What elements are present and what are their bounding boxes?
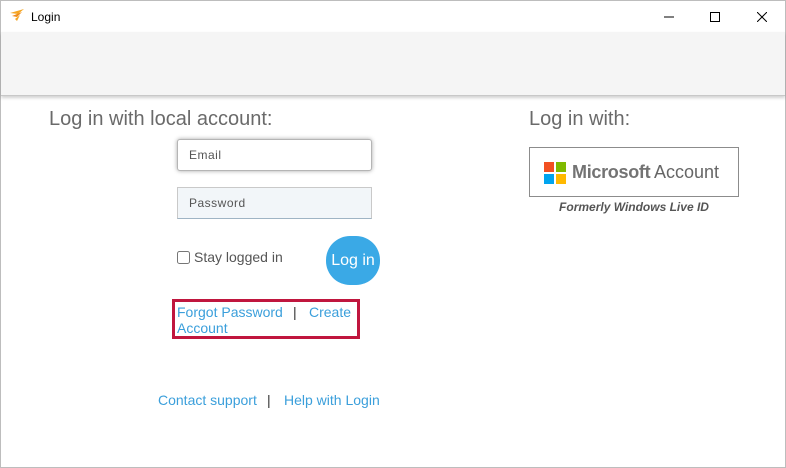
formerly-note: Formerly Windows Live ID [559,200,709,214]
header-band [1,32,785,96]
microsoft-account-button[interactable]: Microsoft Account [529,147,739,197]
local-login-heading: Log in with local account: [49,108,273,130]
app-logo-icon [10,9,24,21]
stay-logged-in-option[interactable]: Stay logged in [177,249,283,265]
login-button[interactable]: Log in [326,236,380,285]
password-input[interactable] [177,187,372,219]
stay-logged-in-label: Stay logged in [194,249,283,265]
login-window: Login Log in with local account: Stay lo… [0,0,786,468]
login-button-label: Log in [331,252,375,269]
forgot-password-link[interactable]: Forgot Password [177,304,283,320]
email-input[interactable] [177,139,372,171]
help-with-login-link[interactable]: Help with Login [284,392,380,408]
microsoft-wordmark: Microsoft [572,162,651,182]
close-button[interactable] [739,1,785,32]
minimize-button[interactable] [646,1,692,32]
create-account-link-continued[interactable]: Account [177,320,228,336]
create-account-link[interactable]: Create [309,304,351,320]
maximize-icon [710,11,720,22]
maximize-button[interactable] [692,1,738,32]
microsoft-logo-icon [544,162,566,184]
external-login-heading: Log in with: [529,108,631,130]
minimize-icon [664,16,674,17]
stay-logged-in-checkbox[interactable] [177,250,190,264]
close-icon [757,11,767,22]
window-title: Login [31,10,61,24]
contact-support-link[interactable]: Contact support [158,392,257,408]
link-separator: | [293,304,297,320]
title-bar[interactable]: Login [1,1,785,32]
microsoft-account-label: Account [654,162,720,182]
footer-separator: | [267,392,271,408]
